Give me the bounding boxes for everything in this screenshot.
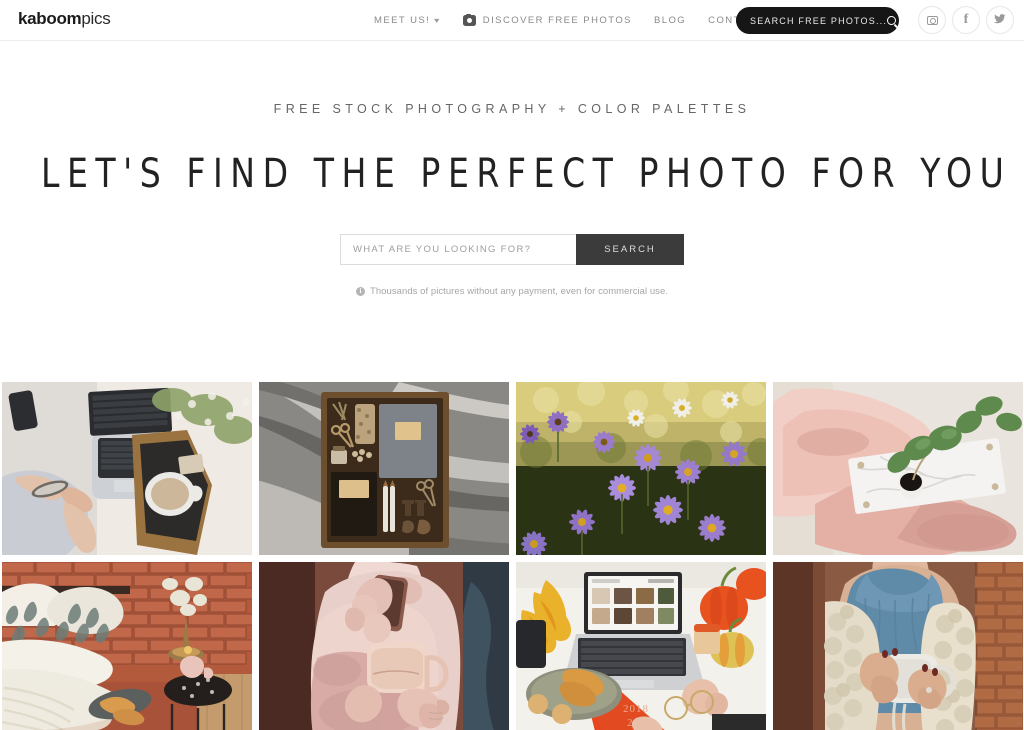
main-navigation: MEET US! ▾ DISCOVER FREE PHOTOS BLOG CON… (363, 0, 775, 41)
planner-year-top: 2018 (623, 703, 649, 715)
header-search-label: SEARCH FREE PHOTOS... (750, 15, 888, 26)
photo-tile[interactable]: 2018 2019 (515, 562, 766, 730)
nav-item-label: BLOG (653, 15, 687, 26)
site-header: kaboompics MEET US! ▾ DISCOVER FREE PHOT… (0, 0, 1024, 41)
logo-text-bold: kaboom (18, 9, 82, 28)
logo-text-light: pics (81, 9, 111, 28)
twitter-link[interactable] (986, 6, 1014, 34)
nav-item-blog[interactable]: BLOG (643, 15, 697, 26)
nav-item-discover-free-photos[interactable]: DISCOVER FREE PHOTOS (452, 13, 643, 26)
photo-thumbnail (258, 382, 509, 555)
photo-thumbnail (515, 382, 766, 555)
photo-tile[interactable] (772, 382, 1023, 555)
camera-icon (462, 13, 476, 26)
hero-note: i Thousands of pictures without any paym… (0, 286, 1024, 297)
twitter-icon (994, 14, 1006, 26)
photo-thumbnail (1, 382, 252, 555)
site-logo[interactable]: kaboompics (18, 9, 111, 29)
photo-tile[interactable] (1, 562, 252, 730)
page-title: LET'S FIND THE PERFECT PHOTO FOR YOU (40, 151, 1012, 197)
photo-tile[interactable] (258, 382, 509, 555)
photo-thumbnail (258, 562, 509, 730)
chevron-down-icon: ▾ (434, 16, 442, 25)
nav-item-label: MEET US! (374, 15, 431, 26)
photo-thumbnail (772, 382, 1023, 555)
photo-tile[interactable] (1, 382, 252, 555)
nav-item-label: DISCOVER FREE PHOTOS (482, 15, 632, 26)
nav-item-meet-us[interactable]: MEET US! ▾ (363, 15, 452, 26)
photo-tile[interactable] (772, 562, 1023, 730)
facebook-icon: f (963, 12, 969, 27)
social-links: f (918, 6, 1014, 34)
facebook-link[interactable]: f (952, 6, 980, 34)
header-search-button[interactable]: SEARCH FREE PHOTOS... (736, 7, 899, 34)
search-icon (887, 16, 897, 25)
photo-thumbnail (1, 562, 252, 730)
photo-tile[interactable] (258, 562, 509, 730)
photo-thumbnail (772, 562, 1023, 730)
twitter-bird-glyph (994, 14, 1006, 24)
instagram-icon (926, 15, 938, 25)
hero-kicker: FREE STOCK PHOTOGRAPHY + COLOR PALETTES (273, 102, 751, 116)
info-icon: i (356, 287, 365, 296)
photo-grid: 2018 2019 (0, 382, 1024, 730)
search-input[interactable] (340, 234, 576, 265)
photo-tile[interactable] (515, 382, 766, 555)
search-button[interactable]: SEARCH (576, 234, 684, 265)
hero-note-text: Thousands of pictures without any paymen… (370, 286, 668, 297)
instagram-link[interactable] (918, 6, 946, 34)
hero-search-form: SEARCH (0, 234, 1024, 265)
photo-thumbnail: 2018 2019 (515, 562, 766, 730)
hero-section: FREE STOCK PHOTOGRAPHY + COLOR PALETTES … (0, 41, 1024, 382)
